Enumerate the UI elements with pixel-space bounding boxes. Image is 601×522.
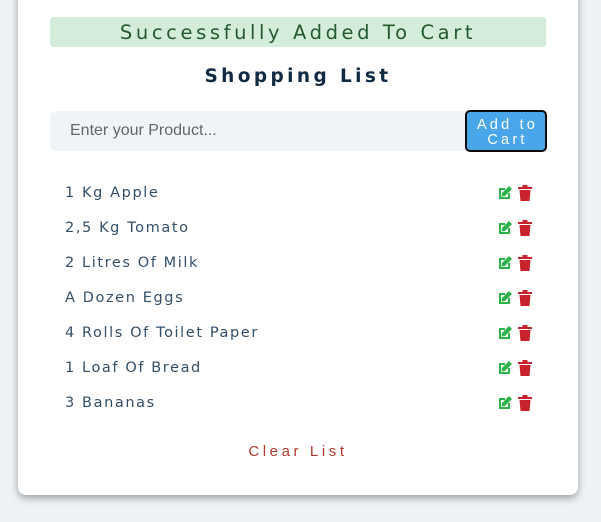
item-name: 2,5 Kg Tomato bbox=[65, 220, 190, 236]
edit-icon[interactable] bbox=[497, 395, 513, 411]
success-alert: Successfully Added To Cart bbox=[50, 17, 546, 47]
item-name: 3 Bananas bbox=[65, 395, 156, 411]
item-name: A Dozen Eggs bbox=[65, 290, 185, 306]
trash-icon[interactable] bbox=[518, 220, 532, 236]
list-item: 4 Rolls Of Toilet Paper bbox=[65, 321, 535, 356]
trash-icon[interactable] bbox=[518, 325, 532, 341]
item-name: 1 Kg Apple bbox=[65, 185, 160, 201]
shopping-list-card: Successfully Added To Cart Shopping List… bbox=[18, 0, 578, 495]
add-to-cart-button[interactable]: Add to Cart bbox=[465, 110, 547, 152]
trash-icon[interactable] bbox=[518, 290, 532, 306]
list-item: 1 Loaf Of Bread bbox=[65, 356, 535, 391]
list-item: 1 Kg Apple bbox=[65, 181, 535, 216]
list-item: 3 Bananas bbox=[65, 391, 535, 426]
product-input[interactable] bbox=[50, 111, 460, 151]
item-name: 1 Loaf Of Bread bbox=[65, 360, 202, 376]
edit-icon[interactable] bbox=[497, 185, 513, 201]
edit-icon[interactable] bbox=[497, 360, 513, 376]
clear-list-button[interactable]: Clear List bbox=[18, 443, 578, 460]
item-name: 4 Rolls Of Toilet Paper bbox=[65, 325, 259, 341]
trash-icon[interactable] bbox=[518, 395, 532, 411]
list-item: A Dozen Eggs bbox=[65, 286, 535, 321]
edit-icon[interactable] bbox=[497, 220, 513, 236]
edit-icon[interactable] bbox=[497, 325, 513, 341]
add-product-form: Add to Cart bbox=[50, 110, 547, 152]
edit-icon[interactable] bbox=[497, 255, 513, 271]
trash-icon[interactable] bbox=[518, 185, 532, 201]
edit-icon[interactable] bbox=[497, 290, 513, 306]
trash-icon[interactable] bbox=[518, 360, 532, 376]
item-name: 2 Litres Of Milk bbox=[65, 255, 200, 271]
list-item: 2 Litres Of Milk bbox=[65, 251, 535, 286]
page-title: Shopping List bbox=[204, 66, 392, 87]
list-item: 2,5 Kg Tomato bbox=[65, 216, 535, 251]
shopping-list: 1 Kg Apple 2,5 Kg Tomato 2 Litres Of Mil… bbox=[65, 181, 535, 426]
trash-icon[interactable] bbox=[518, 255, 532, 271]
